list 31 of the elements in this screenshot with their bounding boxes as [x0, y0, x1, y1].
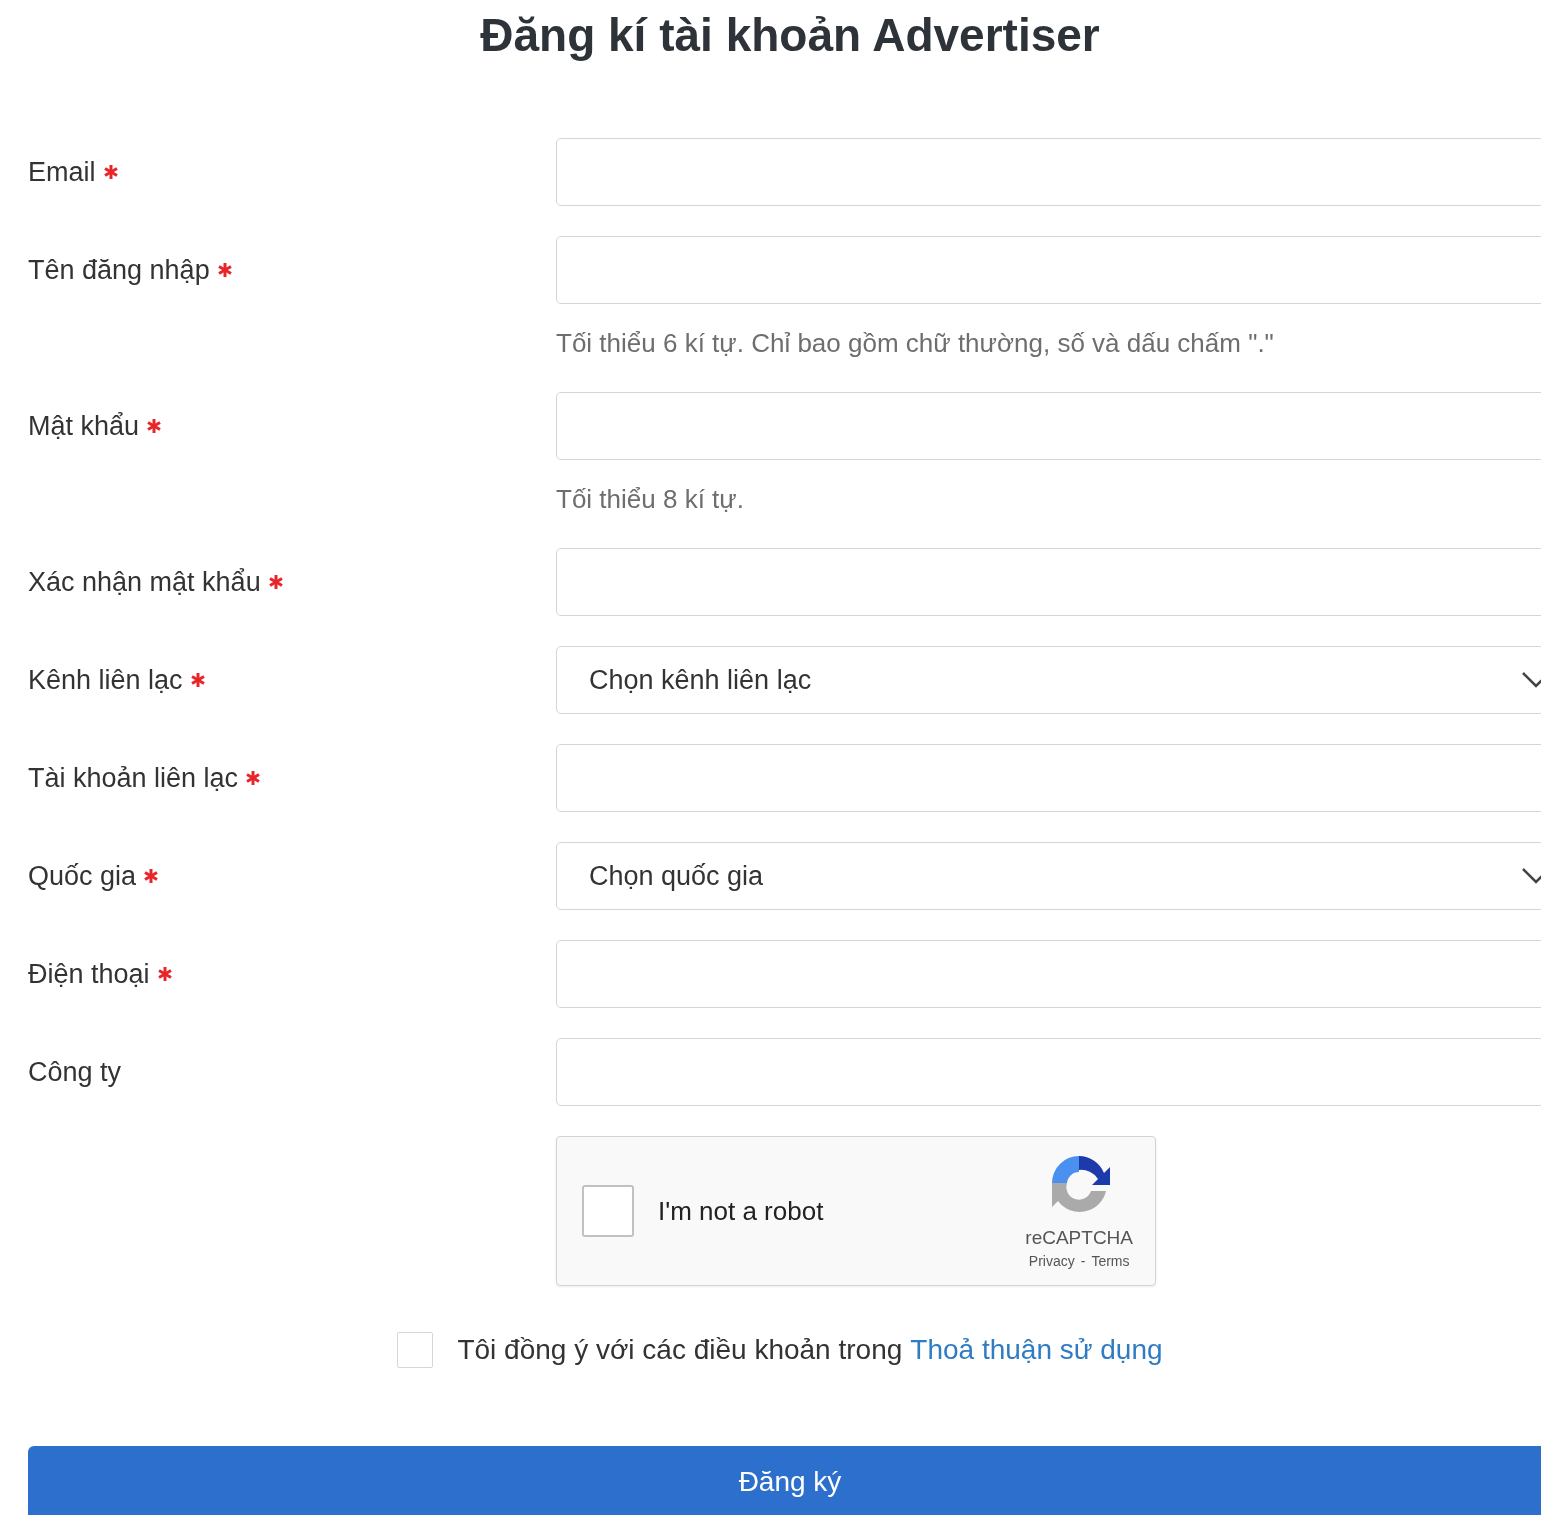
page-title: Đăng kí tài khoản Advertiser [480, 8, 1100, 63]
field-label: Kênh liên lạc [28, 664, 183, 697]
field-label: Email [28, 156, 96, 189]
text-field[interactable] [556, 940, 1541, 1008]
field-label: Công ty [28, 1056, 122, 1089]
text-field[interactable] [556, 392, 1541, 460]
text-field[interactable] [556, 548, 1541, 616]
hint-text: Tối thiểu 6 kí tự. Chỉ bao gồm chữ thường, số và dấu chấm "." [556, 327, 1274, 360]
agree-text: Tôi đồng ý với các điều khoản trong [457, 1334, 903, 1366]
field-label: Tài khoản liên lạc [28, 762, 239, 795]
field-label: Mật khẩu [28, 410, 140, 443]
captcha-checkbox[interactable] [582, 1185, 634, 1237]
field-label: Quốc gia [28, 860, 137, 893]
captcha-brand: reCAPTCHA [1025, 1227, 1133, 1249]
field-label: Tên đăng nhập [28, 254, 210, 287]
register-button[interactable]: Đăng ký [28, 1446, 1541, 1515]
text-field[interactable] [556, 744, 1541, 812]
field-label: Xác nhận mật khẩu [28, 566, 261, 599]
dropdown-field[interactable]: Chọn kênh liên lạc [556, 646, 1541, 714]
terms-link[interactable]: Terms [1091, 1253, 1130, 1269]
agree-checkbox[interactable] [397, 1332, 434, 1368]
text-field[interactable] [556, 138, 1541, 206]
captcha-label: I'm not a robot [658, 1195, 825, 1227]
text-field[interactable] [556, 1038, 1541, 1106]
terms-of-use-link[interactable]: Thoả thuận sử dụng [910, 1334, 1163, 1366]
hint-text: Tối thiểu 8 kí tự. [556, 483, 744, 516]
dropdown-field[interactable]: Chọn quốc gia [556, 842, 1541, 910]
field-label: Điện thoại [28, 958, 150, 991]
text-field[interactable] [556, 236, 1541, 304]
link-separator: - [1080, 1253, 1086, 1269]
privacy-link[interactable]: Privacy [1028, 1253, 1075, 1269]
